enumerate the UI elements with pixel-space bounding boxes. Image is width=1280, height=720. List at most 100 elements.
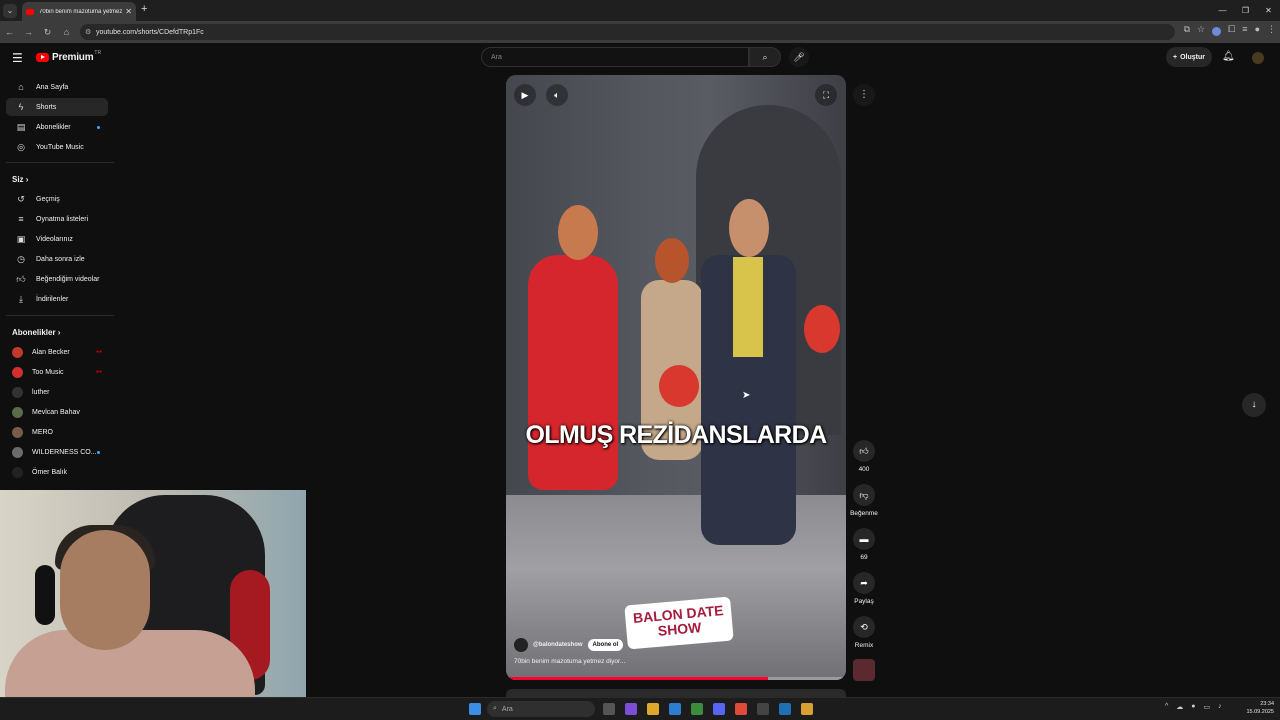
forward-icon[interactable]: →	[19, 27, 38, 37]
sidebar-item-shorts[interactable]: ϟ Shorts	[6, 98, 108, 116]
task-view-icon[interactable]	[603, 703, 615, 715]
steam-icon[interactable]	[779, 703, 791, 715]
search-input[interactable]: Ara	[481, 47, 749, 67]
file-explorer-icon[interactable]	[647, 703, 659, 715]
sidebar-item-playlists[interactable]: ≡ Oynatma listeleri	[6, 210, 108, 228]
copilot-icon[interactable]	[625, 703, 637, 715]
video-channel-info: @balondateshow Abone ol	[514, 638, 624, 652]
sidebar-channel-omer-balik[interactable]: Ömer Balık	[6, 463, 108, 481]
shorts-video-player[interactable]: ▶ 🔈︎ ⛶ OLMUŞ REZİDANSLARDA BALON DATE SH…	[506, 75, 846, 680]
fullscreen-icon[interactable]: ⛶	[815, 84, 837, 106]
browser-tab[interactable]: 70bin benim mazotuma yetmez ✕	[22, 2, 136, 21]
next-short-preview[interactable]	[506, 689, 846, 697]
discord-icon[interactable]	[713, 703, 725, 715]
subscribe-button[interactable]: Abone ol	[587, 639, 624, 651]
voice-search-icon[interactable]: 🎤︎	[789, 47, 809, 67]
download-icon: ⤓	[19, 293, 23, 304]
create-button[interactable]: + Oluştur	[1166, 47, 1212, 67]
chrome-icon[interactable]	[735, 703, 747, 715]
cloud-icon[interactable]: ☁	[1176, 703, 1183, 711]
url-field[interactable]: ⚙ youtube.com/shorts/CDefdTRp1Fc	[80, 24, 1175, 40]
subscriptions-heading[interactable]: Abonelikler ›	[12, 328, 60, 337]
new-content-dot	[97, 125, 100, 129]
like-icon[interactable]: 👍︎	[853, 440, 875, 462]
url-text: youtube.com/shorts/CDefdTRp1Fc	[96, 28, 204, 36]
search-icon[interactable]: ⌕	[749, 47, 781, 67]
next-video-arrow-icon[interactable]: ↓	[1242, 393, 1266, 417]
create-label: Oluştur	[1180, 53, 1205, 61]
network-icon[interactable]: ▭	[1204, 703, 1211, 711]
account-avatar[interactable]	[1252, 52, 1264, 64]
close-tab-icon[interactable]: ✕	[125, 7, 132, 16]
sidebar-item-home[interactable]: ⌂ Ana Sayfa	[6, 78, 108, 96]
your-videos-icon: ▣	[16, 233, 26, 244]
channel-avatar[interactable]	[514, 638, 528, 652]
notifications-bell-icon[interactable]: 🔔︎	[1222, 51, 1235, 62]
more-options-icon[interactable]: ⋮	[853, 84, 875, 106]
store-icon[interactable]	[691, 703, 703, 715]
minimize-icon[interactable]: —	[1211, 0, 1234, 21]
liked-icon: 👍︎	[16, 273, 26, 284]
app-icon[interactable]	[801, 703, 813, 715]
chevron-up-icon[interactable]: ^	[1165, 703, 1168, 711]
sidebar-item-youtube-music[interactable]: ◎ YouTube Music	[6, 138, 108, 156]
restore-icon[interactable]: ❐	[1234, 0, 1257, 21]
edge-icon[interactable]	[669, 703, 681, 715]
sidebar-channel-too-music[interactable]: Too Music ●●	[6, 363, 108, 381]
comment-icon[interactable]: ▬	[853, 528, 875, 550]
youtube-play-icon	[36, 53, 49, 62]
channel-handle[interactable]: @balondateshow	[533, 642, 583, 648]
extension-icon[interactable]	[1212, 27, 1222, 36]
sidebar-channel-luther[interactable]: luther	[6, 383, 108, 401]
dislike-icon[interactable]: 👎︎	[853, 484, 875, 506]
obs-icon[interactable]	[757, 703, 769, 715]
share-icon[interactable]: ➦	[853, 572, 875, 594]
windows-start-icon[interactable]	[469, 703, 481, 715]
extensions-puzzle-icon[interactable]: ⧠	[1228, 24, 1235, 36]
video-progress-bar[interactable]	[506, 677, 846, 680]
sidebar-item-history[interactable]: ↺ Geçmiş	[6, 190, 108, 208]
video-caption: OLMUŞ REZİDANSLARDA	[525, 421, 827, 449]
sidebar-channel-mero[interactable]: MERO	[6, 423, 108, 441]
taskbar-search[interactable]: ⌕ Ara	[487, 701, 595, 717]
mic-tray-icon[interactable]: ●	[1191, 703, 1195, 711]
playlist-icon: ≡	[18, 214, 24, 224]
back-icon[interactable]: ←	[0, 27, 19, 37]
sidebar-channel-alan-becker[interactable]: Alan Becker ●●	[6, 343, 108, 361]
speaker-icon[interactable]: ♪	[1218, 703, 1222, 711]
clock[interactable]: 23:34 15.09.2025	[1246, 700, 1274, 716]
sidebar-channel-wilderness[interactable]: WILDERNESS CO...	[6, 443, 108, 461]
channel-name: Too Music	[32, 368, 64, 376]
youtube-logo[interactable]: Premium TR	[36, 50, 101, 63]
sidebar-item-downloads[interactable]: ⤓ İndirilenler	[6, 290, 108, 308]
you-heading[interactable]: Siz ›	[12, 175, 28, 184]
sound-thumbnail[interactable]	[853, 659, 875, 681]
site-info-icon[interactable]: ⚙	[85, 28, 91, 36]
menu-icon[interactable]: ☰	[12, 51, 23, 65]
profile-icon[interactable]: ●	[1255, 24, 1260, 36]
remix-icon[interactable]: ⟲	[853, 616, 875, 638]
channel-name: luther	[32, 388, 50, 396]
browser-menu-icon[interactable]: ⋮	[1267, 24, 1276, 36]
media-icon[interactable]: ≡	[1242, 24, 1247, 36]
bookmark-star-icon[interactable]: ☆	[1197, 24, 1205, 36]
tab-search-icon[interactable]: ⌄	[3, 3, 17, 18]
close-window-icon[interactable]: ✕	[1257, 0, 1280, 21]
search-icon: ⌕	[493, 705, 497, 712]
volume-icon[interactable]: 🔈︎	[546, 84, 568, 106]
sidebar-channel-mevlcan-bahav[interactable]: Mevlcan Bahav	[6, 403, 108, 421]
tab-title: 70bin benim mazotuma yetmez	[39, 8, 123, 15]
sidebar-item-your-videos[interactable]: ▣ Videolarınız	[6, 230, 108, 248]
install-icon[interactable]: ⧉	[1184, 24, 1190, 36]
new-tab-icon[interactable]: +	[141, 3, 147, 15]
play-icon[interactable]: ▶	[514, 84, 536, 106]
live-indicator-icon: ●●	[95, 349, 102, 355]
reload-icon[interactable]: ↻	[38, 27, 57, 38]
video-title[interactable]: 70bin benim mazotuma yetmez diyor...	[514, 658, 625, 665]
sidebar-item-watch-later[interactable]: ◷ Daha sonra izle	[6, 250, 108, 268]
channel-avatar	[12, 446, 23, 458]
sidebar-item-subscriptions[interactable]: ▤ Abonelikler	[6, 118, 108, 136]
sidebar-item-liked-videos[interactable]: 👍︎ Beğendiğim videolar	[6, 270, 108, 288]
sound-source	[849, 659, 879, 681]
home-browser-icon[interactable]: ⌂	[57, 27, 76, 37]
